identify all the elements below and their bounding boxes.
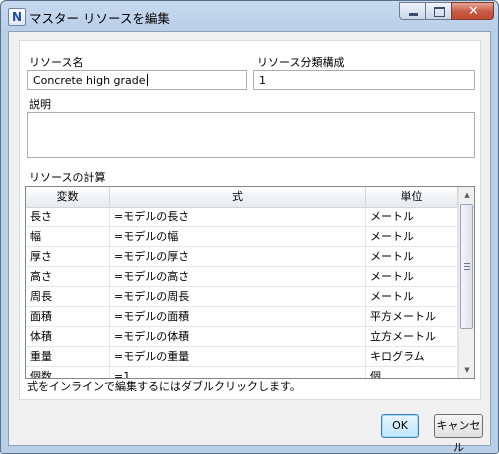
cell-unit[interactable]: メートル: [366, 247, 458, 267]
cell-variable[interactable]: 幅: [26, 227, 110, 247]
scroll-down-icon[interactable]: ▼: [459, 362, 474, 378]
cell-unit[interactable]: メートル: [366, 267, 458, 287]
table-row[interactable]: 体積 =モデルの体積 立方メートル: [26, 327, 458, 347]
cell-formula[interactable]: =モデルの高さ: [110, 267, 366, 287]
maximize-button[interactable]: [425, 2, 452, 20]
close-icon: ✕: [468, 4, 479, 19]
cell-variable[interactable]: 重量: [26, 347, 110, 367]
column-header-variable[interactable]: 変数: [26, 187, 110, 207]
column-header-formula[interactable]: 式: [110, 187, 366, 207]
edit-hint-text: 式をインラインで編集するにはダブルクリックします。: [27, 380, 301, 393]
cell-variable[interactable]: 体積: [26, 327, 110, 347]
table-header: 変数 式 単位: [26, 187, 458, 208]
scroll-thumb[interactable]: [460, 204, 473, 329]
calc-label: リソースの計算: [29, 171, 106, 184]
table-scrollbar[interactable]: ▲ ▼: [458, 187, 474, 378]
app-logo-icon: N: [8, 8, 26, 26]
cell-unit[interactable]: 個: [366, 367, 458, 378]
table-row[interactable]: 幅 =モデルの幅 メートル: [26, 227, 458, 247]
close-button[interactable]: ✕: [451, 2, 494, 20]
cell-formula[interactable]: =モデルの重量: [110, 347, 366, 367]
cell-unit[interactable]: メートル: [366, 227, 458, 247]
grip-line: [464, 269, 470, 270]
ok-button[interactable]: OK: [381, 414, 419, 438]
cancel-button[interactable]: キャンセル: [434, 414, 483, 453]
cell-unit[interactable]: メートル: [366, 287, 458, 307]
table-row[interactable]: 高さ =モデルの高さ メートル: [26, 267, 458, 287]
cell-variable[interactable]: 面積: [26, 307, 110, 327]
table-row[interactable]: 重量 =モデルの重量 キログラム: [26, 347, 458, 367]
description-label: 説明: [29, 98, 51, 111]
dialog-body: リソース名 Concrete high grade リソース分類構成 1 説明 …: [8, 31, 491, 453]
table-row[interactable]: 厚さ =モデルの厚さ メートル: [26, 247, 458, 267]
title-bar[interactable]: N マスター リソースを編集 ✕: [1, 1, 498, 31]
cell-unit[interactable]: メートル: [366, 207, 458, 227]
resource-name-label: リソース名: [29, 56, 84, 69]
table-row[interactable]: 周長 =モデルの周長 メートル: [26, 287, 458, 307]
resource-panel: リソース名 Concrete high grade リソース分類構成 1 説明 …: [19, 40, 481, 400]
minimize-icon: [409, 13, 418, 16]
text-caret: [146, 74, 148, 86]
scroll-up-icon[interactable]: ▲: [459, 187, 474, 203]
calc-table[interactable]: 変数 式 単位 長さ =モデルの長さ メートル 幅 =モデルの幅 メートル 厚さ…: [25, 186, 475, 379]
cell-unit[interactable]: 立方メートル: [366, 327, 458, 347]
window-title: マスター リソースを編集: [29, 11, 170, 26]
cell-formula[interactable]: =モデルの体積: [110, 327, 366, 347]
cell-formula[interactable]: =モデルの長さ: [110, 207, 366, 227]
cell-formula[interactable]: =モデルの周長: [110, 287, 366, 307]
cell-unit[interactable]: キログラム: [366, 347, 458, 367]
cell-formula[interactable]: =モデルの幅: [110, 227, 366, 247]
grip-line: [464, 266, 470, 267]
cell-variable[interactable]: 高さ: [26, 267, 110, 287]
cell-unit[interactable]: 平方メートル: [366, 307, 458, 327]
minimize-button[interactable]: [399, 2, 426, 20]
grip-line: [464, 263, 470, 264]
table-row[interactable]: 面積 =モデルの面積 平方メートル: [26, 307, 458, 327]
cell-variable[interactable]: 周長: [26, 287, 110, 307]
classification-label: リソース分類構成: [257, 56, 345, 69]
dialog-window: N マスター リソースを編集 ✕ リソース名 Concrete high gra…: [0, 0, 499, 454]
resource-name-input[interactable]: Concrete high grade: [27, 70, 247, 90]
cell-formula[interactable]: =モデルの面積: [110, 307, 366, 327]
classification-input[interactable]: 1: [253, 70, 475, 90]
cell-variable[interactable]: 長さ: [26, 207, 110, 227]
classification-value: 1: [259, 74, 266, 87]
cell-formula[interactable]: =モデルの厚さ: [110, 247, 366, 267]
resource-name-value: Concrete high grade: [33, 74, 146, 87]
cell-variable[interactable]: 厚さ: [26, 247, 110, 267]
description-textarea[interactable]: [27, 112, 475, 158]
table-row[interactable]: 長さ =モデルの長さ メートル: [26, 207, 458, 227]
column-header-unit[interactable]: 単位: [366, 187, 458, 207]
maximize-icon: [434, 7, 445, 17]
